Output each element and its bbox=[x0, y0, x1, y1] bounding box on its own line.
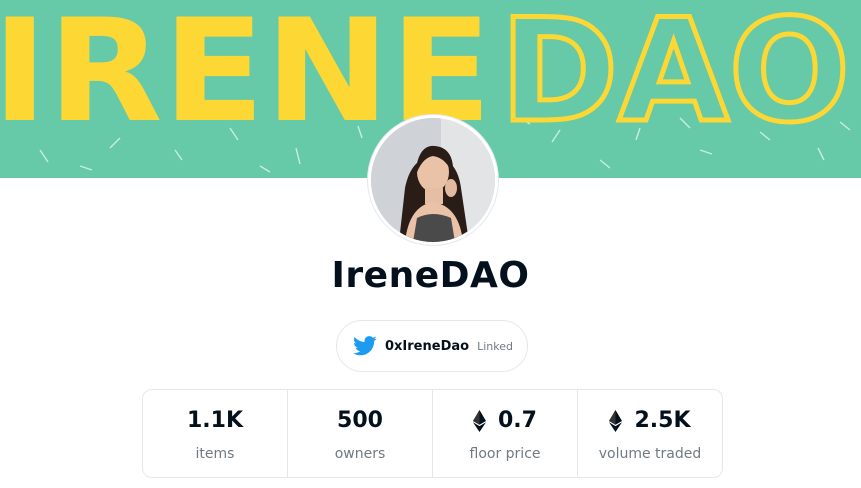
twitter-icon bbox=[353, 336, 377, 356]
twitter-link[interactable]: 0xIreneDao Linked bbox=[336, 320, 528, 372]
stat-label: owners bbox=[334, 445, 386, 462]
stat-items[interactable]: 1.1K items bbox=[143, 390, 288, 477]
stat-label: volume traded bbox=[598, 445, 702, 462]
stat-value: 1.1K bbox=[186, 408, 244, 433]
collection-avatar bbox=[368, 115, 498, 245]
stat-value: 0.7 bbox=[473, 406, 537, 436]
banner-text-dao: DAO bbox=[500, 0, 850, 154]
stat-value: 500 bbox=[337, 408, 383, 433]
collection-title: IreneDAO bbox=[331, 255, 530, 296]
collection-stats: 1.1K items 500 owners 0.7 floor price 2.… bbox=[142, 389, 723, 478]
stat-volume-traded[interactable]: 2.5K volume traded bbox=[578, 390, 722, 477]
stat-floor-price[interactable]: 0.7 floor price bbox=[433, 390, 578, 477]
ethereum-icon bbox=[609, 409, 623, 432]
stat-value: 2.5K bbox=[609, 406, 691, 436]
linked-status: Linked bbox=[477, 339, 513, 353]
twitter-handle: 0xIreneDao bbox=[385, 338, 470, 354]
ethereum-icon bbox=[473, 409, 486, 432]
stat-owners[interactable]: 500 owners bbox=[288, 390, 433, 477]
stat-label: items bbox=[195, 445, 235, 462]
stat-label: floor price bbox=[469, 445, 541, 462]
